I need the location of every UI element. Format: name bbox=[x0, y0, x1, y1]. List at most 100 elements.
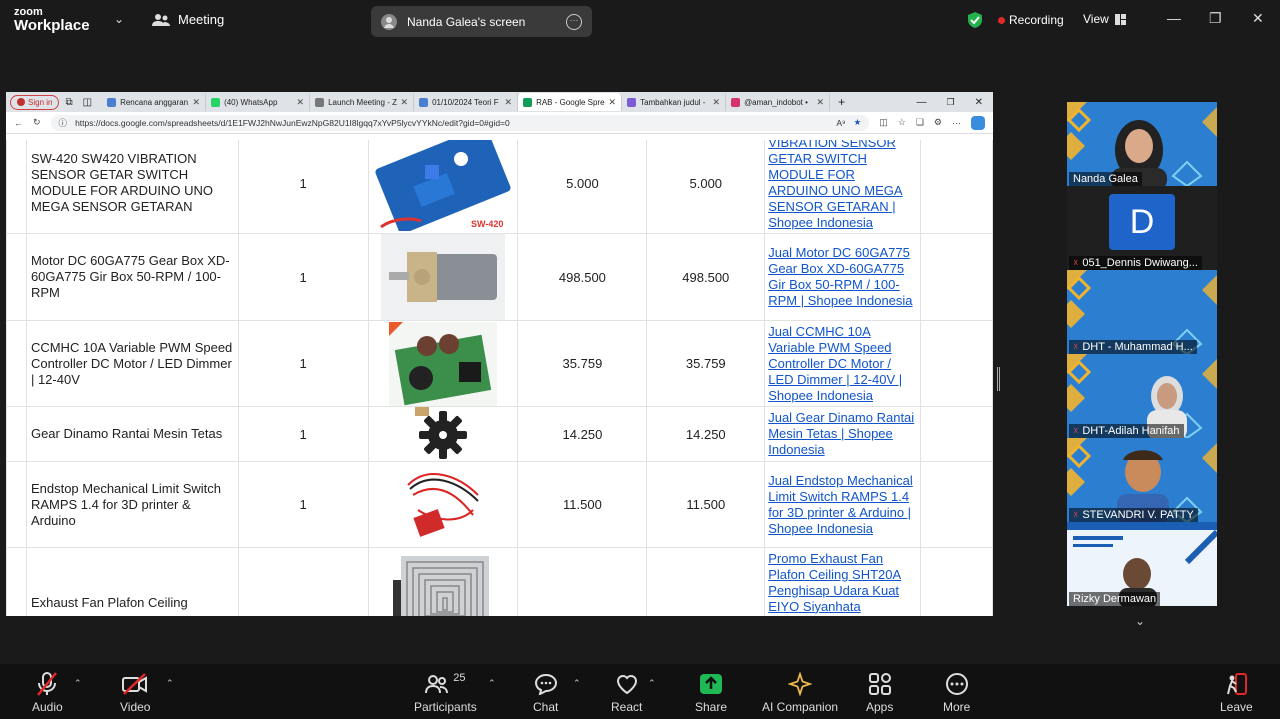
item-name-cell[interactable]: Endstop Mechanical Limit Switch RAMPS 1.… bbox=[25, 461, 239, 548]
workspaces-icon[interactable]: ⧉ bbox=[65, 97, 72, 108]
favorites-icon[interactable]: ☆ bbox=[898, 117, 906, 128]
total-cell[interactable]: 498.500 bbox=[646, 233, 766, 321]
image-cell[interactable] bbox=[367, 547, 519, 616]
qty-cell[interactable]: 1 bbox=[237, 320, 369, 407]
qty-cell[interactable] bbox=[237, 547, 369, 616]
image-cell[interactable] bbox=[367, 320, 519, 407]
url-field[interactable]: ⓘ https://docs.google.com/spreadsheets/d… bbox=[50, 114, 870, 131]
total-cell[interactable] bbox=[646, 547, 766, 616]
shield-check-icon[interactable] bbox=[966, 11, 984, 29]
browser-tab[interactable]: Rencana anggaran ✕ bbox=[102, 93, 207, 111]
sign-in-button[interactable]: Sign in bbox=[10, 94, 60, 110]
audio-options-caret-icon[interactable]: ⌃ bbox=[74, 678, 82, 689]
price-cell[interactable] bbox=[517, 547, 648, 616]
favorite-star-icon[interactable]: ★ bbox=[854, 117, 862, 128]
refresh-icon[interactable]: ↻ bbox=[33, 117, 41, 128]
share-button[interactable]: Share bbox=[695, 670, 727, 714]
chat-button[interactable]: Chat bbox=[533, 670, 558, 714]
item-name-cell[interactable]: SW-420 SW420 VIBRATION SENSOR GETAR SWIT… bbox=[25, 140, 239, 234]
shopee-link[interactable]: Jual Gear Dinamo Rantai Mesin Tetas | Sh… bbox=[768, 410, 914, 457]
participant-tile[interactable]: ☓ STEVANDRI V. PATTY bbox=[1067, 438, 1217, 522]
resize-handle[interactable] bbox=[997, 367, 1000, 391]
qty-cell[interactable]: 1 bbox=[237, 406, 369, 462]
chevron-down-icon[interactable]: ⌄ bbox=[114, 12, 124, 26]
shopee-link[interactable]: VIBRATION SENSOR GETAR SWITCH MODULE FOR… bbox=[768, 140, 902, 230]
viewing-screen-indicator[interactable]: Nanda Galea's screen ··· bbox=[371, 6, 592, 37]
tab-close-icon[interactable]: ✕ bbox=[193, 97, 201, 108]
back-icon[interactable]: ← bbox=[14, 118, 23, 128]
participant-tile[interactable]: ☓ DHT-Adilah Hanifah bbox=[1067, 354, 1217, 438]
audio-button[interactable]: Audio bbox=[32, 670, 63, 714]
read-aloud-icon[interactable]: A⁹ bbox=[836, 118, 845, 128]
empty-cell[interactable] bbox=[920, 461, 993, 548]
browser-minimize-icon[interactable]: — bbox=[917, 97, 927, 108]
tab-close-icon[interactable]: ✕ bbox=[505, 97, 513, 108]
qty-cell[interactable]: 1 bbox=[237, 233, 369, 321]
chat-options-caret-icon[interactable]: ⌃ bbox=[573, 678, 581, 689]
browser-tab[interactable]: Launch Meeting - Z ✕ bbox=[310, 93, 415, 111]
more-button[interactable]: More bbox=[943, 670, 970, 714]
shopee-link[interactable]: Promo Exhaust Fan Plafon Ceiling SHT20A … bbox=[768, 551, 901, 614]
meeting-info-button[interactable]: Meeting bbox=[152, 12, 224, 27]
participant-tile[interactable]: Nanda Galea bbox=[1067, 102, 1217, 186]
browser-tab[interactable]: (40) WhatsApp ✕ bbox=[206, 93, 311, 111]
row-gutter-cell[interactable] bbox=[6, 140, 27, 234]
link-cell[interactable]: VIBRATION SENSOR GETAR SWITCH MODULE FOR… bbox=[764, 140, 922, 234]
item-name-cell[interactable]: CCMHC 10A Variable PWM Speed Controller … bbox=[25, 320, 239, 407]
tab-close-icon[interactable]: ✕ bbox=[609, 97, 617, 108]
minimize-icon[interactable]: — bbox=[1167, 10, 1181, 26]
react-options-caret-icon[interactable]: ⌃ bbox=[648, 678, 656, 689]
gallery-scroll-down-icon[interactable]: ⌄ bbox=[1135, 614, 1145, 628]
link-cell[interactable]: Jual CCMHC 10A Variable PWM Speed Contro… bbox=[764, 320, 922, 407]
image-cell[interactable] bbox=[367, 406, 519, 462]
link-cell[interactable]: Jual Gear Dinamo Rantai Mesin Tetas | Sh… bbox=[764, 406, 922, 462]
react-button[interactable]: React bbox=[611, 670, 642, 714]
participant-tile[interactable]: Rizky Dermawan bbox=[1067, 522, 1217, 606]
split-screen-icon[interactable]: ◫ bbox=[879, 117, 888, 128]
row-gutter-cell[interactable] bbox=[6, 233, 27, 321]
link-cell[interactable]: Promo Exhaust Fan Plafon Ceiling SHT20A … bbox=[764, 547, 922, 616]
total-cell[interactable]: 11.500 bbox=[646, 461, 766, 548]
total-cell[interactable]: 5.000 bbox=[646, 140, 766, 234]
total-cell[interactable]: 14.250 bbox=[646, 406, 766, 462]
empty-cell[interactable] bbox=[920, 406, 993, 462]
apps-button[interactable]: Apps bbox=[866, 670, 893, 714]
more-options-icon[interactable]: ··· bbox=[566, 13, 582, 30]
browser-tab[interactable]: 01/10/2024 Teori F ✕ bbox=[414, 93, 519, 111]
settings-more-icon[interactable]: ··· bbox=[952, 118, 961, 128]
image-cell[interactable]: SW-420 bbox=[367, 140, 519, 234]
tab-actions-icon[interactable]: ◫ bbox=[83, 97, 92, 108]
view-button[interactable]: View bbox=[1083, 12, 1126, 26]
link-cell[interactable]: Jual Motor DC 60GA775 Gear Box XD-60GA77… bbox=[764, 233, 922, 321]
video-options-caret-icon[interactable]: ⌃ bbox=[166, 678, 174, 689]
browser-tab[interactable]: RAB - Google Spre ✕ bbox=[518, 93, 623, 111]
close-icon[interactable]: ✕ bbox=[1252, 10, 1264, 27]
empty-cell[interactable] bbox=[920, 140, 993, 234]
browser-restore-icon[interactable]: ❐ bbox=[947, 97, 955, 108]
price-cell[interactable]: 11.500 bbox=[517, 461, 648, 548]
video-button[interactable]: Video bbox=[120, 670, 150, 714]
new-tab-icon[interactable]: + bbox=[838, 95, 845, 109]
extensions-icon[interactable]: ⚙ bbox=[934, 117, 942, 128]
price-cell[interactable]: 498.500 bbox=[517, 233, 648, 321]
item-name-cell[interactable]: Motor DC 60GA775 Gear Box XD-60GA775 Gir… bbox=[25, 233, 239, 321]
tab-close-icon[interactable]: ✕ bbox=[297, 97, 305, 108]
collections-icon[interactable]: ❏ bbox=[916, 117, 924, 128]
participant-tile[interactable]: D ☓ 051_Dennis Dwiwang... bbox=[1067, 186, 1217, 270]
shopee-link[interactable]: Jual CCMHC 10A Variable PWM Speed Contro… bbox=[768, 324, 902, 403]
browser-tab[interactable]: @aman_indobot • ✕ bbox=[726, 93, 831, 111]
tab-close-icon[interactable]: ✕ bbox=[401, 97, 409, 108]
row-gutter-cell[interactable] bbox=[6, 461, 27, 548]
row-gutter-cell[interactable] bbox=[6, 406, 27, 462]
recording-indicator[interactable]: Recording bbox=[998, 13, 1064, 27]
spreadsheet-grid[interactable]: SW-420 SW420 VIBRATION SENSOR GETAR SWIT… bbox=[6, 140, 993, 616]
empty-cell[interactable] bbox=[920, 233, 993, 321]
item-name-cell[interactable]: Exhaust Fan Plafon Ceiling bbox=[25, 547, 239, 616]
row-gutter-cell[interactable] bbox=[6, 547, 27, 616]
price-cell[interactable]: 5.000 bbox=[517, 140, 648, 234]
image-cell[interactable] bbox=[367, 461, 519, 548]
participants-button[interactable]: 25 Participants bbox=[414, 670, 477, 714]
price-cell[interactable]: 35.759 bbox=[517, 320, 648, 407]
participants-options-caret-icon[interactable]: ⌃ bbox=[488, 678, 496, 689]
price-cell[interactable]: 14.250 bbox=[517, 406, 648, 462]
